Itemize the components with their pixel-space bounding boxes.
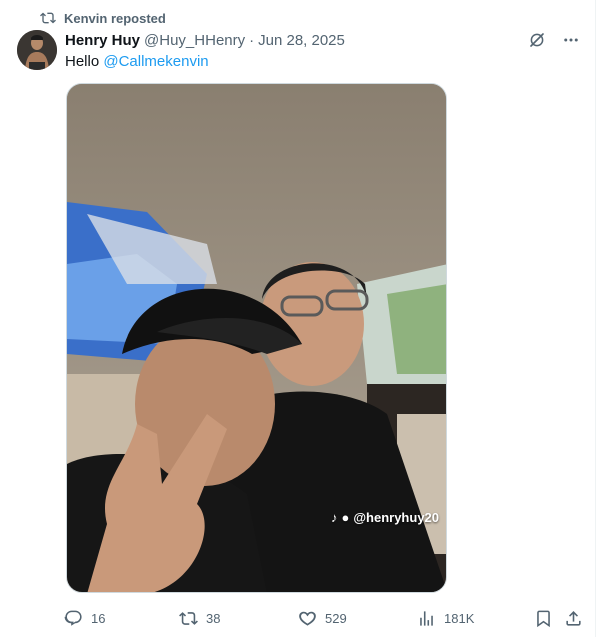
post-text-body: Hello [65, 53, 100, 70]
post-photo[interactable]: ♪ ● @henryhuy20 [66, 83, 447, 593]
share-icon [566, 610, 581, 626]
more-button[interactable] [561, 30, 581, 50]
avatar[interactable] [17, 30, 57, 70]
like-button[interactable]: 529 [298, 606, 347, 630]
views-icon [420, 610, 433, 626]
header-actions [527, 30, 581, 50]
repost-icon [179, 611, 198, 625]
reply-count: 16 [91, 610, 106, 626]
post-date[interactable]: Jun 28, 2025 [258, 32, 345, 49]
heart-icon [299, 611, 316, 626]
repost-label: Kenvin reposted [64, 10, 166, 26]
grok-icon [530, 33, 544, 47]
action-bar: 16 38 529 181K [64, 606, 586, 630]
bookmark-icon [537, 610, 550, 627]
tiktok-watermark: ♪ ● @henryhuy20 [331, 510, 439, 525]
mention-link[interactable]: @Callmekenvin [103, 53, 208, 70]
views-button[interactable]: 181K [417, 606, 474, 630]
profile-icon: ● [341, 510, 350, 525]
author-handle[interactable]: @Huy_HHenry [144, 32, 245, 49]
tiktok-icon: ♪ [331, 510, 338, 525]
share-button[interactable] [564, 606, 583, 630]
post-text: Hello @Callmekenvin [65, 52, 209, 72]
post-container[interactable]: Kenvin reposted Henry Huy @Huy_HHenry · … [0, 0, 596, 637]
grok-button[interactable] [527, 30, 547, 50]
reply-button[interactable]: 16 [64, 606, 105, 630]
views-count: 181K [444, 610, 475, 626]
repost-button[interactable]: 38 [179, 606, 220, 630]
reply-icon [64, 610, 82, 626]
bookmark-button[interactable] [534, 606, 553, 630]
watermark-text: @henryhuy20 [353, 510, 440, 525]
separator-dot: · [249, 31, 255, 49]
repost-count: 38 [206, 610, 221, 626]
post-header: Henry Huy @Huy_HHenry · Jun 28, 2025 [65, 30, 345, 50]
like-count: 529 [325, 610, 347, 626]
author-name[interactable]: Henry Huy [65, 32, 140, 49]
more-icon [564, 38, 578, 42]
repost-indicator[interactable]: Kenvin reposted [40, 9, 166, 27]
repost-icon [40, 12, 56, 24]
